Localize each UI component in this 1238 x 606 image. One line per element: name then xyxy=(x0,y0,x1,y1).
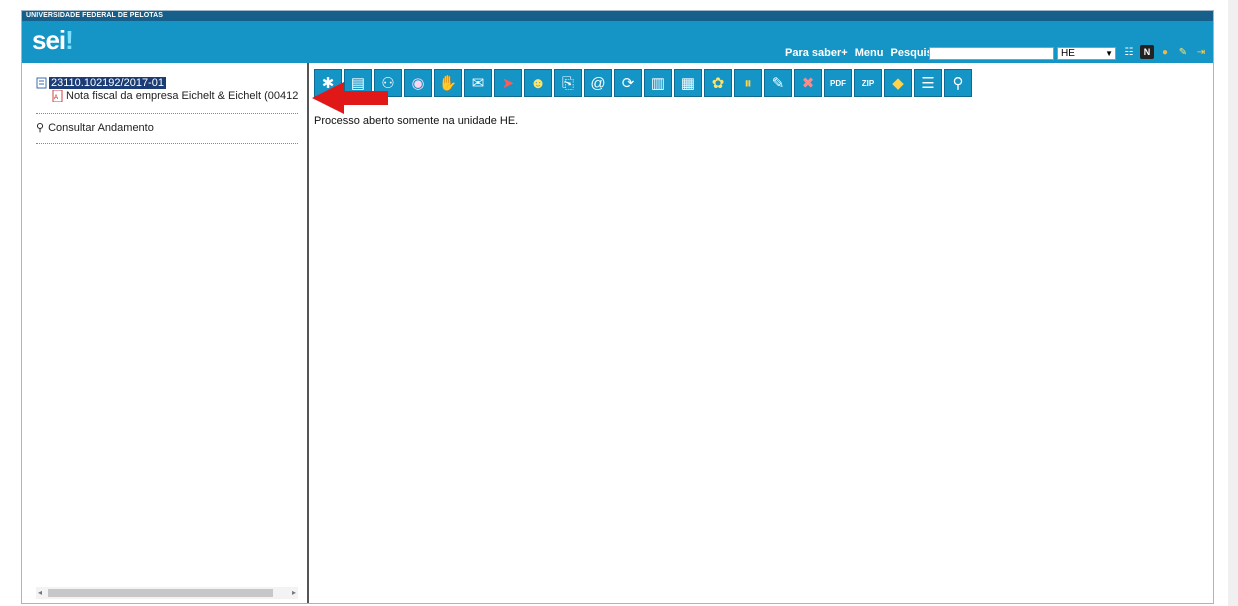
notes-icon[interactable]: N xyxy=(1140,45,1154,59)
process-tree: 23110.102192/2017-01 A Nota fiscal da em… xyxy=(36,77,298,102)
institution-name: UNIVERSIDADE FEDERAL DE PELOTAS xyxy=(26,12,164,19)
assign-user-icon[interactable]: ☻ xyxy=(524,69,552,97)
scroll-thumb[interactable] xyxy=(48,589,273,597)
scroll-left-icon[interactable]: ◂ xyxy=(38,587,42,599)
sei-logo[interactable]: sei! xyxy=(32,25,74,56)
envelope-icon[interactable]: ✉ xyxy=(464,69,492,97)
process-toolbar: ✱ ▤ ⚇ ◉ ✋ ✉ ➤ ☻ ⎘ @ ⟳ ▥ ▦ ✿ ⏸ ✎ ✖ PDF ZI… xyxy=(314,69,972,97)
books-icon[interactable]: ▥ xyxy=(644,69,672,97)
pdf-file-icon: A xyxy=(52,90,63,102)
link-menu[interactable]: Menu xyxy=(855,47,884,59)
header-icons: ☷ N ● ✎ ⇥ xyxy=(1122,45,1208,59)
edit-icon[interactable]: ✎ xyxy=(764,69,792,97)
process-node[interactable]: 23110.102192/2017-01 xyxy=(36,77,298,89)
sei-window: UNIVERSIDADE FEDERAL DE PELOTAS sei! Par… xyxy=(21,10,1214,604)
list-view-icon[interactable]: ☷ xyxy=(1122,45,1136,59)
scroll-right-icon[interactable]: ▸ xyxy=(292,587,296,599)
tree-divider xyxy=(36,113,298,114)
building-icon[interactable]: ▦ xyxy=(674,69,702,97)
list-icon[interactable]: ☰ xyxy=(914,69,942,97)
pause-icon[interactable]: ⏸ xyxy=(734,69,762,97)
unit-select[interactable]: HE ▼ xyxy=(1057,47,1116,60)
magnifier-icon: ⚲ xyxy=(36,122,45,134)
consultar-divider xyxy=(36,143,298,144)
search-input[interactable] xyxy=(929,47,1054,60)
header-links: Para saber+ Menu Pesquisa xyxy=(785,47,943,59)
unit-select-value: HE xyxy=(1061,48,1075,59)
logo-dot: ! xyxy=(65,25,74,55)
eye-icon[interactable]: ◉ xyxy=(404,69,432,97)
process-status-message: Processo aberto somente na unidade HE. xyxy=(314,115,519,127)
consultar-label: Consultar Andamento xyxy=(48,121,154,134)
label-icon[interactable]: ◆ xyxy=(884,69,912,97)
app-header: sei! Para saber+ Menu Pesquisa HE ▼ ☷ N … xyxy=(22,21,1213,63)
refresh-icon[interactable]: ⟳ xyxy=(614,69,642,97)
logo-text: sei xyxy=(32,25,66,55)
page-scrollbar[interactable] xyxy=(1228,0,1238,606)
process-content-pane: ✱ ▤ ⚇ ◉ ✋ ✉ ➤ ☻ ⎘ @ ⟳ ▥ ▦ ✿ ⏸ ✎ ✖ PDF ZI… xyxy=(310,63,1213,603)
cancel-icon[interactable]: ✖ xyxy=(794,69,822,97)
process-tree-pane: 23110.102192/2017-01 A Nota fiscal da em… xyxy=(22,63,309,603)
email-icon[interactable]: @ xyxy=(584,69,612,97)
zip-icon[interactable]: ZIP xyxy=(854,69,882,97)
consultar-andamento-link[interactable]: ⚲ Consultar Andamento xyxy=(36,121,154,135)
thumbs-up-icon[interactable]: ✋ xyxy=(434,69,462,97)
chevron-down-icon: ▼ xyxy=(1105,49,1113,58)
search-icon[interactable]: ⚲ xyxy=(944,69,972,97)
folder-icon xyxy=(36,77,47,89)
exit-icon[interactable]: ⇥ xyxy=(1194,45,1208,59)
document-node[interactable]: A Nota fiscal da empresa Eichelt & Eiche… xyxy=(52,90,298,102)
tools-icon[interactable]: ✎ xyxy=(1176,45,1190,59)
user-icon[interactable]: ● xyxy=(1158,45,1172,59)
horizontal-scrollbar[interactable]: ◂ ▸ xyxy=(36,587,298,599)
svg-text:A: A xyxy=(54,95,58,101)
annotation-arrow-icon xyxy=(312,82,388,114)
attach-icon[interactable]: ⎘ xyxy=(554,69,582,97)
institution-bar: UNIVERSIDADE FEDERAL DE PELOTAS xyxy=(22,11,1213,21)
document-label[interactable]: Nota fiscal da empresa Eichelt & Eichelt… xyxy=(66,90,298,102)
process-number[interactable]: 23110.102192/2017-01 xyxy=(49,77,166,89)
send-icon[interactable]: ➤ xyxy=(494,69,522,97)
link-para-saber[interactable]: Para saber+ xyxy=(785,47,848,59)
tag-icon[interactable]: ✿ xyxy=(704,69,732,97)
pdf-icon[interactable]: PDF xyxy=(824,69,852,97)
